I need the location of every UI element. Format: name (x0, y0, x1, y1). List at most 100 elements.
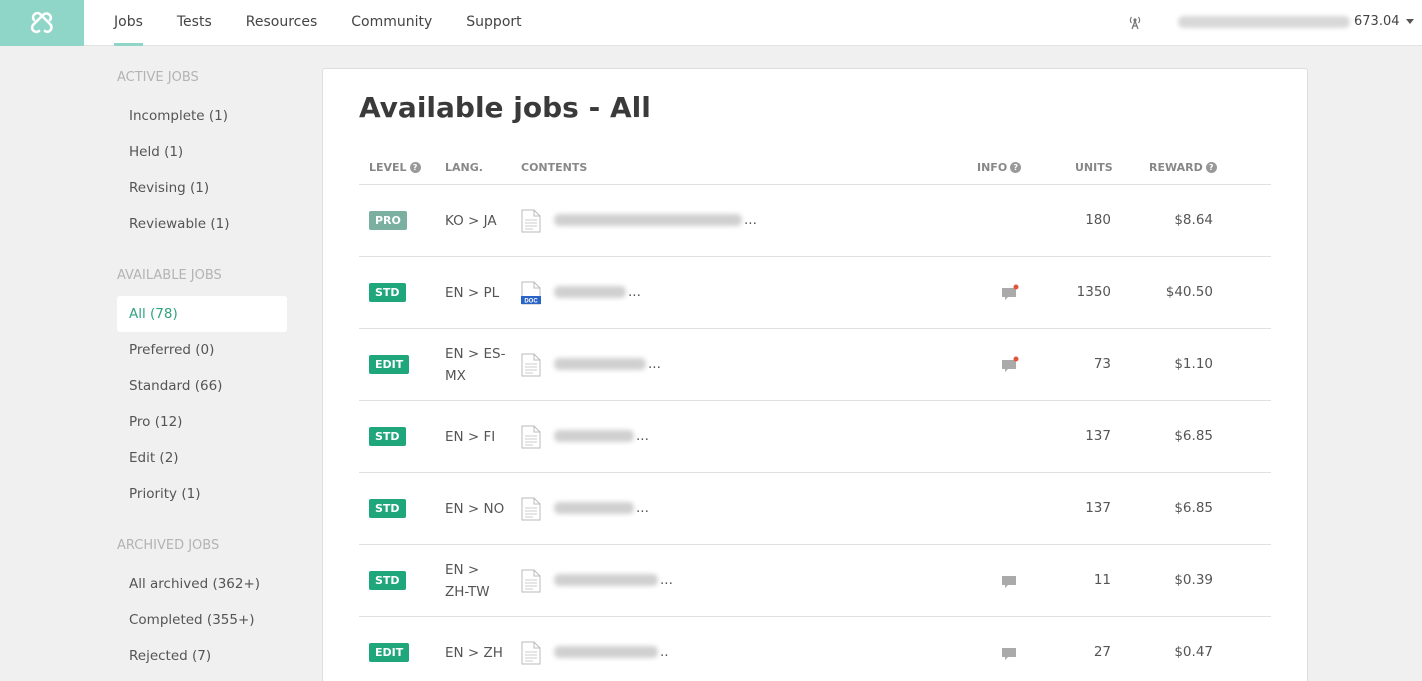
header-reward: REWARD? (1149, 161, 1217, 174)
header-info: INFO? (977, 161, 1022, 174)
sidebar-heading-active: ACTIVE JOBS (117, 70, 199, 85)
level-badge: STD (369, 571, 406, 590)
signal-icon[interactable] (1126, 13, 1144, 31)
jobs-table: LEVEL? LANG. CONTENTS INFO? UNITS REWARD… (359, 151, 1271, 681)
redacted-text (554, 574, 658, 586)
sidebar-item-priority[interactable]: Priority (1) (117, 476, 287, 512)
help-icon[interactable]: ? (1205, 162, 1217, 173)
job-contents[interactable]: ... (554, 356, 661, 372)
level-badge: EDIT (369, 643, 410, 662)
nav-support[interactable]: Support (466, 0, 521, 46)
page-title: Available jobs - All (359, 91, 651, 124)
job-units: 1350 (1076, 284, 1111, 300)
nav-community[interactable]: Community (351, 0, 432, 46)
header-units: UNITS (1075, 161, 1113, 174)
job-contents[interactable]: ... (554, 572, 673, 588)
redacted-text (554, 286, 626, 298)
sidebar-heading-archived: ARCHIVED JOBS (117, 538, 220, 553)
redacted-text (554, 430, 634, 442)
job-contents[interactable]: ... (554, 212, 757, 228)
redacted-text (554, 358, 646, 370)
language-pair: EN > PL (445, 285, 500, 301)
job-contents[interactable]: ... (554, 500, 649, 516)
job-units: 73 (1093, 356, 1111, 372)
header-lang: LANG. (445, 161, 483, 174)
table-row[interactable]: STD EN > FI ... 137 $6.85 (359, 401, 1271, 473)
job-reward: $0.47 (1174, 644, 1213, 660)
language-pair: EN > FI (445, 429, 496, 445)
redacted-text (554, 502, 634, 514)
table-row[interactable]: STD EN > ZH-TW ... 11 $0.39 (359, 545, 1271, 617)
text-doc-icon (521, 209, 541, 233)
sidebar-item-pro[interactable]: Pro (12) (117, 404, 287, 440)
jobs-panel: Available jobs - All LEVEL? LANG. CONTEN… (322, 68, 1308, 681)
top-bar: Jobs Tests Resources Community Support 6… (0, 0, 1422, 46)
level-badge: STD (369, 427, 406, 446)
job-contents[interactable]: ... (554, 428, 649, 444)
level-badge: PRO (369, 211, 407, 230)
logo-icon (30, 11, 53, 34)
language-pair: EN > ZH-TW (445, 562, 490, 600)
sidebar-item-reviewable[interactable]: Reviewable (1) (117, 206, 287, 242)
word-doc-icon: DOC (521, 281, 541, 305)
job-reward: $8.64 (1174, 212, 1213, 228)
header-level: LEVEL? (369, 161, 421, 174)
table-row[interactable]: STD EN > PL DOC ... 1350 $40.50 (359, 257, 1271, 329)
redacted-text (554, 214, 742, 226)
level-badge: STD (369, 283, 406, 302)
main-nav: Jobs Tests Resources Community Support (114, 0, 556, 46)
sidebar-item-incomplete[interactable]: Incomplete (1) (117, 98, 287, 134)
nav-tests[interactable]: Tests (177, 0, 212, 46)
header-contents: CONTENTS (521, 161, 588, 174)
user-menu[interactable]: 673.04 (1178, 14, 1414, 29)
sidebar-item-held[interactable]: Held (1) (117, 134, 287, 170)
job-reward: $40.50 (1165, 284, 1213, 300)
text-doc-icon (521, 353, 541, 377)
logo[interactable] (0, 0, 84, 46)
comment-icon[interactable] (1001, 644, 1019, 662)
job-units: 27 (1093, 644, 1111, 660)
sidebar-item-rejected[interactable]: Rejected (7) (117, 638, 287, 674)
table-row[interactable]: EDIT EN > ZH .. 27 $0.47 (359, 617, 1271, 681)
comment-icon[interactable] (1001, 572, 1019, 590)
help-icon[interactable]: ? (409, 162, 421, 173)
job-units: 180 (1085, 212, 1111, 228)
user-balance: 673.04 (1354, 14, 1400, 29)
job-contents[interactable]: ... (554, 284, 641, 300)
table-row[interactable]: STD EN > NO ... 137 $6.85 (359, 473, 1271, 545)
language-pair: EN > NO (445, 501, 505, 517)
svg-text:DOC: DOC (524, 299, 538, 305)
redacted-text (554, 646, 658, 658)
chevron-down-icon (1405, 19, 1414, 24)
job-units: 11 (1093, 572, 1111, 588)
job-units: 137 (1085, 428, 1111, 444)
sidebar-item-preferred[interactable]: Preferred (0) (117, 332, 287, 368)
nav-resources[interactable]: Resources (246, 0, 318, 46)
language-pair: EN > ES-MX (445, 346, 506, 384)
sidebar-item-revising[interactable]: Revising (1) (117, 170, 287, 206)
sidebar: ACTIVE JOBS Incomplete (1) Held (1) Revi… (117, 58, 287, 674)
job-reward: $6.85 (1174, 428, 1213, 444)
job-reward: $0.39 (1174, 572, 1213, 588)
job-reward: $6.85 (1174, 500, 1213, 516)
table-header: LEVEL? LANG. CONTENTS INFO? UNITS REWARD… (359, 151, 1271, 185)
help-icon[interactable]: ? (1010, 162, 1022, 173)
level-badge: EDIT (369, 355, 410, 374)
text-doc-icon (521, 425, 541, 449)
sidebar-heading-available: AVAILABLE JOBS (117, 268, 222, 283)
sidebar-item-edit[interactable]: Edit (2) (117, 440, 287, 476)
sidebar-item-completed[interactable]: Completed (355+) (117, 602, 287, 638)
comment-new-icon[interactable] (1001, 284, 1019, 302)
comment-new-icon[interactable] (1001, 356, 1019, 374)
text-doc-icon (521, 641, 541, 665)
table-row[interactable]: EDIT EN > ES-MX ... 73 $1.10 (359, 329, 1271, 401)
job-reward: $1.10 (1174, 356, 1213, 372)
sidebar-item-all-archived[interactable]: All archived (362+) (117, 566, 287, 602)
user-email-redacted (1178, 15, 1350, 28)
sidebar-item-standard[interactable]: Standard (66) (117, 368, 287, 404)
language-pair: KO > JA (445, 213, 497, 229)
nav-jobs[interactable]: Jobs (114, 0, 143, 46)
sidebar-item-all[interactable]: All (78) (117, 296, 287, 332)
job-contents[interactable]: .. (554, 644, 669, 660)
table-row[interactable]: PRO KO > JA ... 180 $8.64 (359, 185, 1271, 257)
